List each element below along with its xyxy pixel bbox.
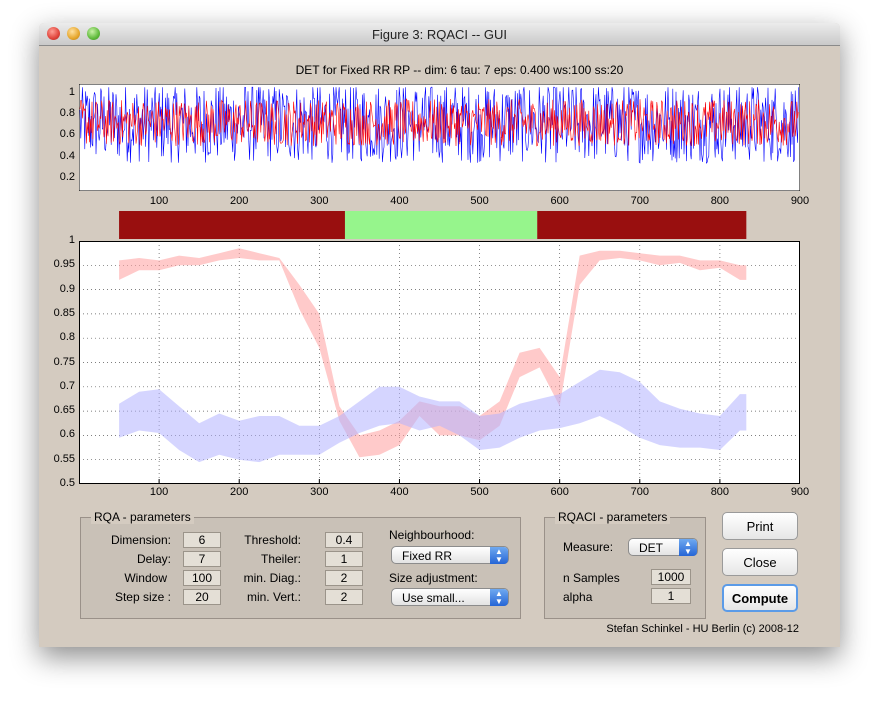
- main-xtick-label: 600: [550, 486, 569, 498]
- min-diag-field[interactable]: 2: [325, 570, 363, 586]
- top-xtick-label: 600: [550, 195, 569, 207]
- alpha-field[interactable]: 1: [651, 588, 691, 604]
- main-xtick-label: 400: [390, 486, 409, 498]
- theiler-field[interactable]: 1: [325, 551, 363, 567]
- size-adjustment-value: Use small...: [402, 591, 465, 605]
- main-ytick-label: 0.65: [53, 404, 75, 417]
- top-xtick-label: 100: [149, 195, 169, 207]
- main-ytick-label: 1: [68, 234, 75, 246]
- min-diag-label: min. Diag.:: [243, 571, 301, 585]
- main-ytick-label: 0.8: [59, 331, 75, 344]
- measure-select[interactable]: DET ▲ ▼: [628, 538, 698, 556]
- top-ytick-label: 0.8: [59, 106, 75, 119]
- segment-bar: [119, 211, 747, 239]
- main-ytick-label: 0.6: [59, 428, 75, 441]
- popup-arrows-icon: ▲ ▼: [679, 539, 697, 556]
- neighbourhood-select[interactable]: Fixed RR ▲ ▼: [391, 546, 509, 564]
- dimension-label: Dimension:: [110, 533, 171, 547]
- window-field[interactable]: 100: [183, 570, 221, 586]
- window-title: Figure 3: RQACI -- GUI: [371, 27, 508, 42]
- step-size-label: Step size :: [114, 590, 171, 604]
- alpha-label: alpha: [563, 590, 593, 604]
- threshold-label: Threshold:: [244, 533, 301, 547]
- close-button[interactable]: Close: [722, 548, 798, 576]
- delay-field[interactable]: 7: [183, 551, 221, 567]
- main-ytick-label: 0.7: [59, 379, 75, 392]
- dimension-field[interactable]: 6: [183, 532, 221, 548]
- rqa-panel-title: RQA - parameters: [91, 510, 194, 524]
- window-label: Window: [124, 571, 167, 585]
- rqaci-parameters-panel: RQACI - parameters Measure: DET ▲ ▼ n Sam…: [544, 510, 706, 619]
- top-ytick-label: 0.6: [59, 128, 75, 141]
- main-ytick-label: 0.85: [53, 306, 75, 319]
- top-plot-title: DET for Fixed RR RP -- dim: 6 tau: 7 eps…: [295, 63, 624, 77]
- top-xtick-label: 700: [630, 195, 649, 207]
- main-xtick-label: 100: [149, 486, 169, 498]
- main-ytick-label: 0.75: [53, 355, 75, 368]
- size-adjustment-select[interactable]: Use small... ▲ ▼: [391, 588, 509, 606]
- top-xtick-label: 900: [790, 195, 810, 207]
- top-ytick-label: 1: [68, 85, 75, 98]
- main-ytick-label: 0.5: [59, 477, 75, 489]
- rqa-parameters-panel: RQA - parameters Dimension: 6 Delay: 7 W…: [80, 510, 521, 619]
- popup-arrows-icon: ▲ ▼: [490, 547, 508, 564]
- title-bar: Figure 3: RQACI -- GUI: [39, 23, 840, 46]
- top-xtick-label: 500: [470, 195, 489, 207]
- segment-0: [119, 211, 345, 239]
- min-vert-label: min. Vert.:: [246, 590, 301, 604]
- n-samples-field[interactable]: 1000: [651, 569, 691, 585]
- print-button[interactable]: Print: [722, 512, 798, 540]
- segment-2: [537, 211, 747, 239]
- size-adjustment-label: Size adjustment:: [389, 571, 478, 585]
- top-xtick-label: 800: [710, 195, 730, 207]
- top-ytick-label: 0.4: [59, 149, 75, 162]
- threshold-field[interactable]: 0.4: [325, 532, 363, 548]
- rqa-confidence-plot: [79, 241, 800, 484]
- top-xtick-label: 200: [230, 195, 249, 207]
- measure-label: Measure:: [563, 540, 614, 554]
- figure-window: Figure 3: RQACI -- GUI DET for Fixed RR …: [39, 23, 840, 647]
- main-ytick-label: 0.95: [53, 258, 75, 271]
- popup-arrows-icon: ▲ ▼: [490, 589, 508, 606]
- main-ytick-label: 0.9: [59, 282, 75, 295]
- top-xtick-label: 400: [390, 195, 409, 207]
- main-xtick-label: 900: [790, 486, 810, 498]
- rqaci-panel-title: RQACI - parameters: [555, 510, 671, 524]
- main-ytick-label: 0.55: [53, 452, 75, 465]
- n-samples-label: n Samples: [563, 571, 620, 585]
- main-xtick-label: 500: [470, 486, 489, 498]
- main-xtick-label: 300: [310, 486, 329, 498]
- top-ytick-label: 0.2: [59, 171, 75, 184]
- step-size-field[interactable]: 20: [183, 589, 221, 605]
- measure-value: DET: [639, 541, 663, 555]
- signal-plot: [79, 84, 800, 191]
- theiler-label: Theiler:: [260, 552, 301, 566]
- compute-button[interactable]: Compute: [722, 584, 798, 612]
- top-xtick-label: 300: [310, 195, 329, 207]
- main-xtick-label: 700: [630, 486, 649, 498]
- segment-1: [344, 211, 538, 239]
- copyright-footer: Stefan Schinkel - HU Berlin (c) 2008-12: [606, 623, 799, 635]
- main-xtick-label: 800: [710, 486, 730, 498]
- neighbourhood-label: Neighbourhood:: [389, 528, 475, 542]
- min-vert-field[interactable]: 2: [325, 589, 363, 605]
- main-xtick-label: 200: [230, 486, 249, 498]
- delay-label: Delay:: [136, 552, 171, 566]
- neighbourhood-value: Fixed RR: [402, 549, 453, 563]
